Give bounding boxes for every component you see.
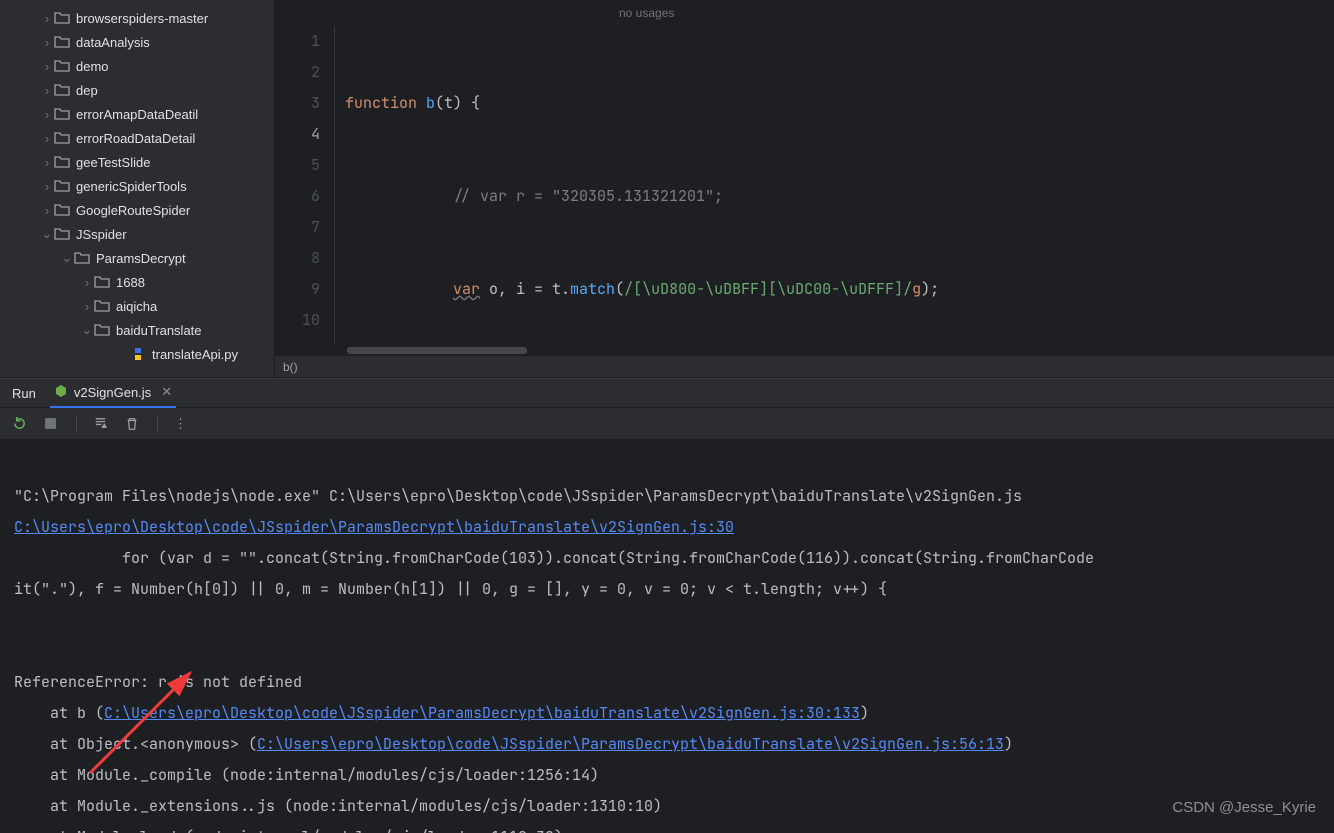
tree-label: errorAmapDataDeatil (76, 107, 198, 122)
tree-label: 1688 (116, 275, 145, 290)
folder-icon (94, 298, 110, 314)
tree-label: JSspider (76, 227, 127, 242)
scroll-to-end-icon[interactable] (93, 416, 109, 432)
python-file-icon (130, 346, 146, 362)
tree-item[interactable]: ⌄ ParamsDecrypt (0, 246, 274, 270)
console-text: at Module._extensions..js (node:internal… (14, 796, 662, 816)
tree-label: aiqicha (116, 299, 157, 314)
horizontal-scrollbar[interactable] (275, 345, 1334, 355)
tree-item[interactable]: ⌄ JSspider (0, 222, 274, 246)
folder-icon (54, 226, 70, 242)
chevron-icon: › (80, 275, 94, 290)
watermark: CSDN @Jesse_Kyrie (1172, 792, 1316, 823)
trash-icon[interactable] (125, 416, 141, 432)
folder-icon (54, 58, 70, 74)
tree-label: GoogleRouteSpider (76, 203, 190, 218)
tree-item[interactable]: › errorRoadDataDetail (0, 126, 274, 150)
tree-item[interactable]: › dep (0, 78, 274, 102)
run-toolbar: ⋮ (0, 408, 1334, 440)
tree-item[interactable]: › aiqicha (0, 294, 274, 318)
tree-item[interactable]: › 1688 (0, 270, 274, 294)
tree-item[interactable]: › dataAnalysis (0, 30, 274, 54)
console-link[interactable]: C:\Users\epro\Desktop\code\JSspider\Para… (257, 734, 1004, 754)
chevron-icon: › (40, 35, 54, 50)
tree-label: geeTestSlide (76, 155, 150, 170)
chevron-icon: › (40, 179, 54, 194)
tree-label: translateApi.py (152, 347, 238, 362)
console-output[interactable]: "C:\Program Files\nodejs\node.exe" C:\Us… (0, 440, 1334, 833)
run-tab-label: v2SignGen.js (74, 385, 151, 400)
tree-label: browserspiders-master (76, 11, 208, 26)
tree-label: baiduTranslate (116, 323, 202, 338)
chevron-icon: ⌄ (40, 226, 54, 242)
tree-label: dep (76, 83, 98, 98)
folder-icon (94, 274, 110, 290)
console-link[interactable]: C:\Users\epro\Desktop\code\JSspider\Para… (14, 517, 734, 537)
run-label: Run (12, 386, 36, 401)
close-icon[interactable]: ✕ (161, 384, 172, 400)
folder-icon (94, 322, 110, 338)
tree-item[interactable]: › demo (0, 54, 274, 78)
folder-icon (54, 34, 70, 50)
folder-icon (54, 154, 70, 170)
chevron-icon: ⌄ (80, 322, 94, 338)
breadcrumb[interactable]: b() (275, 355, 1334, 377)
chevron-icon: › (40, 11, 54, 26)
code-area[interactable]: function b(t) { // var r = "320305.13132… (335, 26, 1334, 345)
tree-label: errorRoadDataDetail (76, 131, 195, 146)
console-command: "C:\Program Files\nodejs\node.exe" C:\Us… (14, 486, 1022, 506)
folder-icon (74, 250, 90, 266)
console-text: at b ( (14, 703, 104, 723)
chevron-icon: › (40, 131, 54, 146)
tree-item[interactable]: › browserspiders-master (0, 6, 274, 30)
console-text: at Module.load (node:internal/modules/cj… (14, 827, 563, 833)
tree-item[interactable]: › errorAmapDataDeatil (0, 102, 274, 126)
console-text: at Module._compile (node:internal/module… (14, 765, 599, 785)
folder-icon (54, 130, 70, 146)
folder-icon (54, 82, 70, 98)
console-text: at Object.<anonymous> ( (14, 734, 257, 754)
tree-item[interactable]: › geeTestSlide (0, 150, 274, 174)
console-error: ReferenceError: r is not defined (14, 672, 302, 692)
tree-item[interactable]: translateApi.py (0, 342, 274, 366)
chevron-icon: › (40, 107, 54, 122)
chevron-icon: › (40, 203, 54, 218)
rerun-icon[interactable] (12, 416, 28, 432)
chevron-icon: › (80, 299, 94, 314)
tree-item[interactable]: › genericSpiderTools (0, 174, 274, 198)
tree-label: dataAnalysis (76, 35, 150, 50)
more-icon[interactable]: ⋮ (174, 416, 190, 432)
console-text: for (var d = "".concat(String.fromCharCo… (14, 548, 1094, 568)
tree-item[interactable]: › GoogleRouteSpider (0, 198, 274, 222)
folder-icon (54, 106, 70, 122)
folder-icon (54, 202, 70, 218)
usages-hint: no usages (611, 0, 674, 24)
run-tab[interactable]: v2SignGen.js ✕ (50, 378, 176, 408)
folder-icon (54, 178, 70, 194)
project-tree[interactable]: › browserspiders-master › dataAnalysis › demo… (0, 0, 275, 377)
run-panel-header: Run v2SignGen.js ✕ (0, 378, 1334, 408)
nodejs-icon (54, 384, 68, 401)
line-gutter: 12345678910 (275, 26, 335, 345)
tree-label: genericSpiderTools (76, 179, 187, 194)
console-text: it("."), f = Number(h[0]) || 0, m = Numb… (14, 579, 887, 599)
chevron-icon: › (40, 155, 54, 170)
stop-icon[interactable] (44, 416, 60, 432)
code-editor[interactable]: no usages 12345678910 function b(t) { //… (275, 0, 1334, 377)
tree-label: demo (76, 59, 109, 74)
tree-label: ParamsDecrypt (96, 251, 186, 266)
folder-icon (54, 10, 70, 26)
console-link[interactable]: C:\Users\epro\Desktop\code\JSspider\Para… (104, 703, 860, 723)
chevron-icon: › (40, 83, 54, 98)
chevron-icon: › (40, 59, 54, 74)
tree-item[interactable]: ⌄ baiduTranslate (0, 318, 274, 342)
chevron-icon: ⌄ (60, 250, 74, 266)
